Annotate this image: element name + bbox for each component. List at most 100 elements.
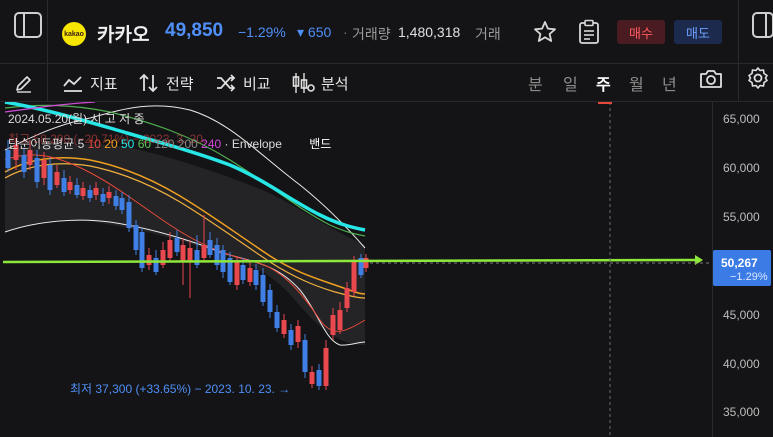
candle-body <box>234 262 240 285</box>
camera-icon[interactable] <box>699 68 723 90</box>
period-year-tab[interactable]: 년 <box>662 69 677 97</box>
divider <box>47 64 48 102</box>
pencil-icon <box>16 76 31 93</box>
period-minute-tab[interactable]: 분 <box>528 69 543 97</box>
candle-body <box>253 270 259 285</box>
legend-date: 2024.05.20(월) 시 고 저 종 <box>8 112 145 126</box>
candle-body <box>41 160 47 178</box>
legend-ma-200: 200 <box>177 137 198 151</box>
axis-label: 65,000 <box>723 112 760 126</box>
axis-label: 35,000 <box>723 405 760 419</box>
divider <box>738 64 739 102</box>
candle-body <box>194 250 200 265</box>
separator: · <box>343 24 348 40</box>
buy-button[interactable]: 매수 <box>617 20 665 44</box>
legend-ma-10: 10 <box>87 137 101 151</box>
candle-body <box>201 245 207 258</box>
axis-label: 55,000 <box>723 210 760 224</box>
candle-body <box>363 258 369 268</box>
candle-body <box>174 238 180 252</box>
trend-line[interactable] <box>2 258 696 264</box>
top-bar: kakao 카카오 49,850 −1.29% ▾ 650 · 거래량 1,48… <box>0 0 773 64</box>
legend-ma-title: 단순이동평균 5 <box>8 137 85 151</box>
candle-body <box>207 240 213 255</box>
candle-body <box>80 188 86 196</box>
candle-body <box>126 202 132 228</box>
chart-toolbar: 지표 전략 비교 분석 분 일 주 월 년 <box>0 64 773 102</box>
gear-icon[interactable] <box>746 66 770 90</box>
candle-body <box>67 182 73 190</box>
candle-body <box>187 248 193 262</box>
legend-ma-20: 20 <box>104 137 118 151</box>
divider <box>738 0 739 64</box>
current-price-tag-change: −1.29% <box>730 271 768 283</box>
candle-body <box>74 185 80 195</box>
period-month-tab[interactable]: 월 <box>629 69 644 97</box>
axis-label: 40,000 <box>723 357 760 371</box>
analysis-button[interactable]: 분석 <box>291 69 349 97</box>
compare-label: 비교 <box>243 75 271 93</box>
clipboard-icon[interactable] <box>578 19 600 45</box>
sell-button[interactable]: 매도 <box>674 20 722 44</box>
candle-body <box>93 188 99 195</box>
candle-body <box>5 150 11 168</box>
candle-body <box>247 268 253 282</box>
trade-amount-label: 거래 <box>475 26 501 42</box>
candle-body <box>240 265 246 280</box>
candle-body <box>337 310 343 330</box>
stock-name[interactable]: 카카오 <box>97 20 149 47</box>
legend-ma-60: 60 <box>137 137 152 151</box>
candle-body <box>34 158 40 182</box>
candle-body <box>351 262 357 292</box>
candle-body <box>87 190 93 198</box>
legend-ma-50: 50 <box>121 137 135 151</box>
candle-body <box>106 192 112 198</box>
candle-body <box>119 198 125 210</box>
axis-label: 45,000 <box>723 308 760 322</box>
current-price-tag-value: 50,267 <box>721 256 758 270</box>
stock-logo: kakao <box>62 22 86 46</box>
candle-analysis-icon <box>292 73 315 93</box>
period-day-tab[interactable]: 일 <box>563 69 578 97</box>
indicator-button[interactable]: 지표 <box>62 69 118 97</box>
candle-body <box>309 372 315 384</box>
candle-body <box>167 240 173 258</box>
candle-body <box>54 172 60 185</box>
candle-body <box>47 165 53 190</box>
candle-body <box>302 340 308 372</box>
current-price: 49,850 <box>165 20 224 41</box>
candle-body <box>100 194 106 202</box>
star-icon[interactable] <box>533 20 557 44</box>
candle-body <box>316 370 322 386</box>
candle-body <box>61 178 67 192</box>
candle-body <box>133 225 139 250</box>
change-percent: −1.29% <box>238 24 286 40</box>
candle-body <box>267 290 273 312</box>
indicator-label: 지표 <box>90 75 118 93</box>
candle-body <box>344 288 350 308</box>
legend-ma-240: 240 <box>201 137 222 151</box>
lowest-price-annotation: 최저 37,300 (+33.65%) − 2023. 10. 23. → <box>70 382 291 396</box>
candle-body <box>323 348 329 386</box>
legend-moving-average[interactable]: 단순이동평균 5 10 20 50 60 120 200 240 · Envel… <box>8 135 331 152</box>
legend-envelope: · Envelope <box>224 137 282 151</box>
right-panel-toggle-icon[interactable] <box>752 12 773 38</box>
compare-button[interactable]: 비교 <box>215 69 271 97</box>
sort-arrows-icon <box>139 73 158 93</box>
candle-body <box>281 320 287 334</box>
period-week-tab[interactable]: 주 <box>596 69 611 97</box>
candle-body <box>113 196 119 206</box>
strategy-label: 전략 <box>166 75 194 93</box>
left-panel-toggle-icon[interactable] <box>14 12 42 38</box>
candle-body <box>146 255 152 265</box>
draw-tool-button[interactable] <box>14 69 34 97</box>
volume-label: 거래량 <box>352 26 391 42</box>
candle-body <box>21 155 27 172</box>
candle-body <box>288 330 294 345</box>
axis-label: 60,000 <box>723 161 760 175</box>
legend-ma-120: 120 <box>154 137 175 151</box>
legend-band: 밴드 <box>309 137 332 151</box>
strategy-button[interactable]: 전략 <box>138 69 194 97</box>
candle-body <box>180 245 186 262</box>
candle-body <box>260 275 266 302</box>
